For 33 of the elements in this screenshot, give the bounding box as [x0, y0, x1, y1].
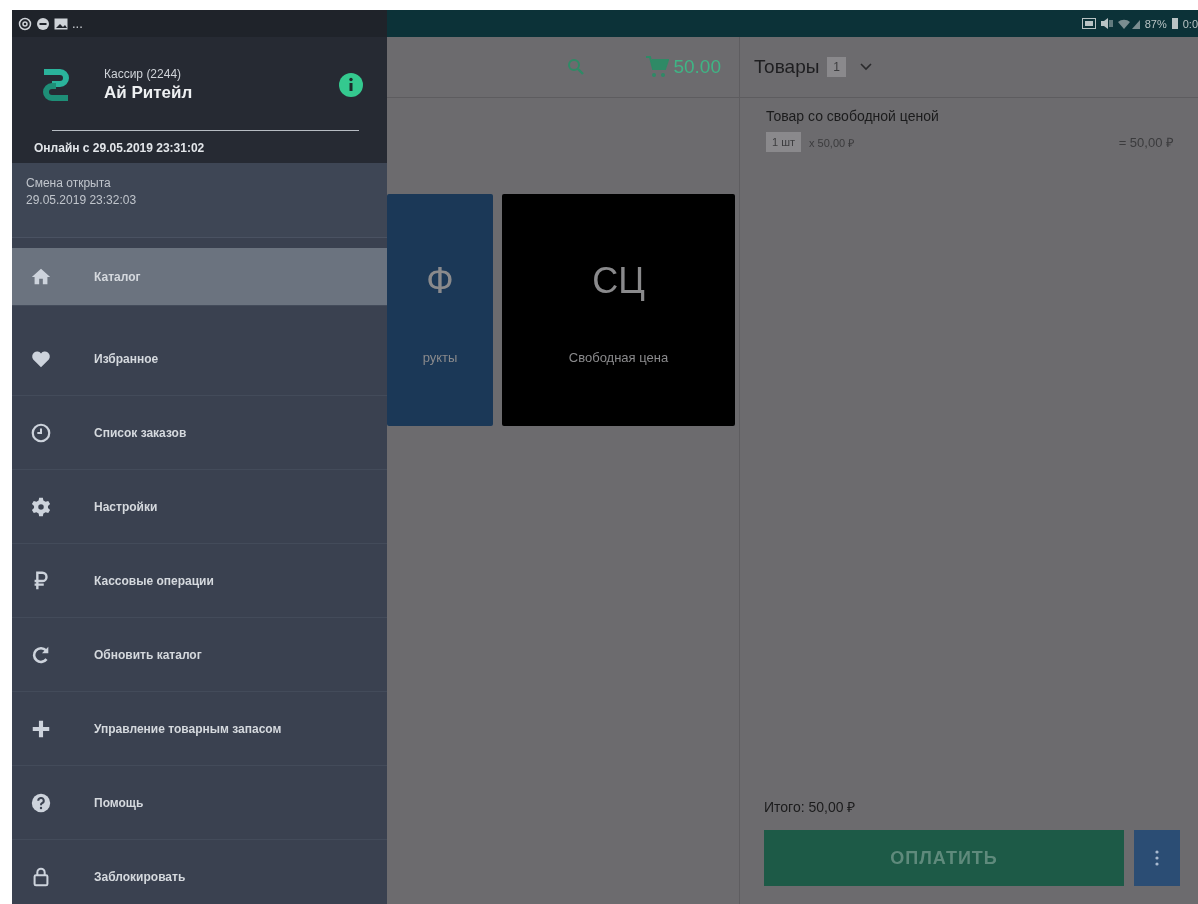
signal-icon	[1117, 18, 1140, 29]
search-icon[interactable]	[567, 58, 586, 76]
shift-time: 29.05.2019 23:32:03	[26, 193, 138, 207]
clock-time: 0:0	[1182, 17, 1198, 30]
battery-icon	[1171, 18, 1178, 29]
order-title: Товары	[754, 56, 820, 78]
cart-total: 50.00	[673, 56, 721, 78]
battery-percent: 87%	[1144, 17, 1167, 30]
shift-status: Смена открыта	[26, 176, 112, 190]
tile-abbreviation: Ф	[426, 260, 454, 302]
tile-abbreviation: СЦ	[592, 260, 645, 302]
order-total: Итого: 50,00 ₽	[764, 798, 857, 816]
cashier-name: Кассир (2244)	[104, 67, 183, 81]
tile-label: Свободная цена	[568, 350, 669, 365]
clock-icon	[30, 421, 52, 444]
help-icon	[30, 791, 52, 814]
product-tile[interactable]: Ф рукты	[387, 194, 493, 426]
more-vertical-icon	[1155, 850, 1159, 866]
item-count: 1	[827, 57, 847, 77]
more-button[interactable]	[1134, 830, 1180, 886]
more-notifications-text: ...	[72, 16, 83, 31]
info-icon[interactable]	[339, 73, 363, 97]
item-name: Товар со свободной ценой	[766, 108, 940, 124]
image-icon	[54, 17, 68, 30]
cast-icon	[1081, 18, 1096, 29]
store-name: Ай Ритейл	[104, 83, 194, 103]
tile-label: рукты	[422, 350, 458, 365]
chevron-down-icon[interactable]	[860, 63, 873, 71]
online-status: Онлайн с 29.05.2019 23:31:02	[34, 141, 206, 155]
cart-icon[interactable]	[645, 55, 670, 79]
product-tile[interactable]: СЦ Свободная цена	[502, 194, 735, 426]
settings-icon	[30, 495, 52, 518]
mute-icon	[1100, 18, 1113, 29]
